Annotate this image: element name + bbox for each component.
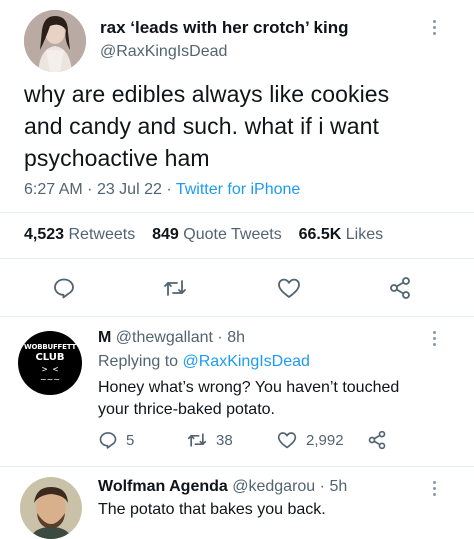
author-avatar[interactable] <box>24 10 86 72</box>
retweet-count: 38 <box>216 431 233 449</box>
retweets-stat[interactable]: 4,523 Retweets <box>24 226 140 243</box>
avatar-text-club: CLUB <box>35 352 65 363</box>
reply-header: M @thewgallant · 8h <box>98 329 245 347</box>
tweet-date[interactable]: 23 Jul 22 <box>97 181 162 198</box>
tweet-time[interactable]: 6:27 AM <box>24 181 83 198</box>
reply-action-retweet[interactable]: 38 <box>186 430 233 450</box>
reply-age[interactable]: 8h <box>227 329 245 346</box>
retweet-icon[interactable] <box>162 276 188 300</box>
reply-display-name[interactable]: Wolfman Agenda <box>98 478 228 495</box>
tweet-source-link[interactable]: Twitter for iPhone <box>176 181 301 198</box>
share-icon[interactable] <box>388 276 412 300</box>
quotes-stat[interactable]: 849 Quote Tweets <box>152 226 286 243</box>
author-handle[interactable]: @RaxKingIsDead <box>100 43 227 61</box>
more-options-icon[interactable] <box>426 20 442 35</box>
tweet-text-line: why are edibles always like cookies <box>24 81 390 107</box>
replying-to: Replying to @RaxKingIsDead <box>98 353 310 371</box>
more-options-icon[interactable] <box>426 331 442 346</box>
reply-handle[interactable]: @thewgallant <box>116 329 213 346</box>
reply-avatar[interactable] <box>20 477 82 539</box>
author-display-name[interactable]: rax ‘leads with her crotch’ king <box>100 18 348 38</box>
replying-to-handle[interactable]: @RaxKingIsDead <box>183 353 310 370</box>
reply-action-reply[interactable]: 5 <box>98 430 134 450</box>
reply-display-name[interactable]: M <box>98 329 111 346</box>
tweet-text-line: psychoactive ham <box>24 145 210 171</box>
tweet-stats: 4,523 Retweets 849 Quote Tweets 66.5K Li… <box>24 226 383 244</box>
divider <box>0 316 474 317</box>
meta-separator: · <box>87 181 93 198</box>
divider <box>0 258 474 259</box>
reply-icon[interactable] <box>52 276 76 300</box>
tweet-meta: 6:27 AM · 23 Jul 22 · Twitter for iPhone <box>24 181 300 199</box>
reply-avatar[interactable]: WOBBUFFETT CLUB > < ∼∼∼ <box>18 331 82 395</box>
avatar-text-eyes: > < <box>41 365 59 375</box>
reply-count: 5 <box>126 431 135 449</box>
reply-header: Wolfman Agenda @kedgarou · 5h <box>98 478 347 496</box>
retweets-count: 4,523 <box>24 226 65 243</box>
reply-text-line: your thrice-baked potato. <box>98 401 275 418</box>
quotes-label: Quote Tweets <box>183 226 282 243</box>
reply-text: Honey what’s wrong? You haven’t touched … <box>98 377 399 421</box>
reply-separator: · <box>217 329 223 346</box>
reply-action-like[interactable]: 2,992 <box>276 430 344 450</box>
divider <box>0 466 474 467</box>
meta-separator: · <box>166 181 172 198</box>
likes-stat[interactable]: 66.5K Likes <box>299 226 384 243</box>
quotes-count: 849 <box>152 226 179 243</box>
reply-icon <box>99 432 117 449</box>
replying-to-label: Replying to <box>98 353 179 370</box>
reply-handle[interactable]: @kedgarou <box>232 478 315 495</box>
more-options-icon[interactable] <box>426 481 442 496</box>
divider <box>0 212 474 213</box>
retweet-icon <box>187 433 207 447</box>
avatar-text-mouth: ∼∼∼ <box>39 375 61 384</box>
like-count: 2,992 <box>306 431 344 449</box>
like-icon[interactable] <box>276 276 302 300</box>
reply-text-line: Honey what’s wrong? You haven’t touched <box>98 379 400 396</box>
reply-text: The potato that bakes you back. <box>98 501 326 518</box>
tweet-text-line: and candy and such. what if i want <box>24 113 380 139</box>
reply-age[interactable]: 5h <box>329 478 347 495</box>
tweet-text: why are edibles always like cookies and … <box>24 78 389 174</box>
retweets-label: Retweets <box>68 226 136 243</box>
likes-count: 66.5K <box>298 226 342 243</box>
likes-label: Likes <box>345 226 384 243</box>
share-icon[interactable] <box>367 430 387 455</box>
like-icon <box>277 432 297 449</box>
reply-separator: · <box>319 478 325 495</box>
avatar-text-top: WOBBUFFETT <box>23 343 77 351</box>
